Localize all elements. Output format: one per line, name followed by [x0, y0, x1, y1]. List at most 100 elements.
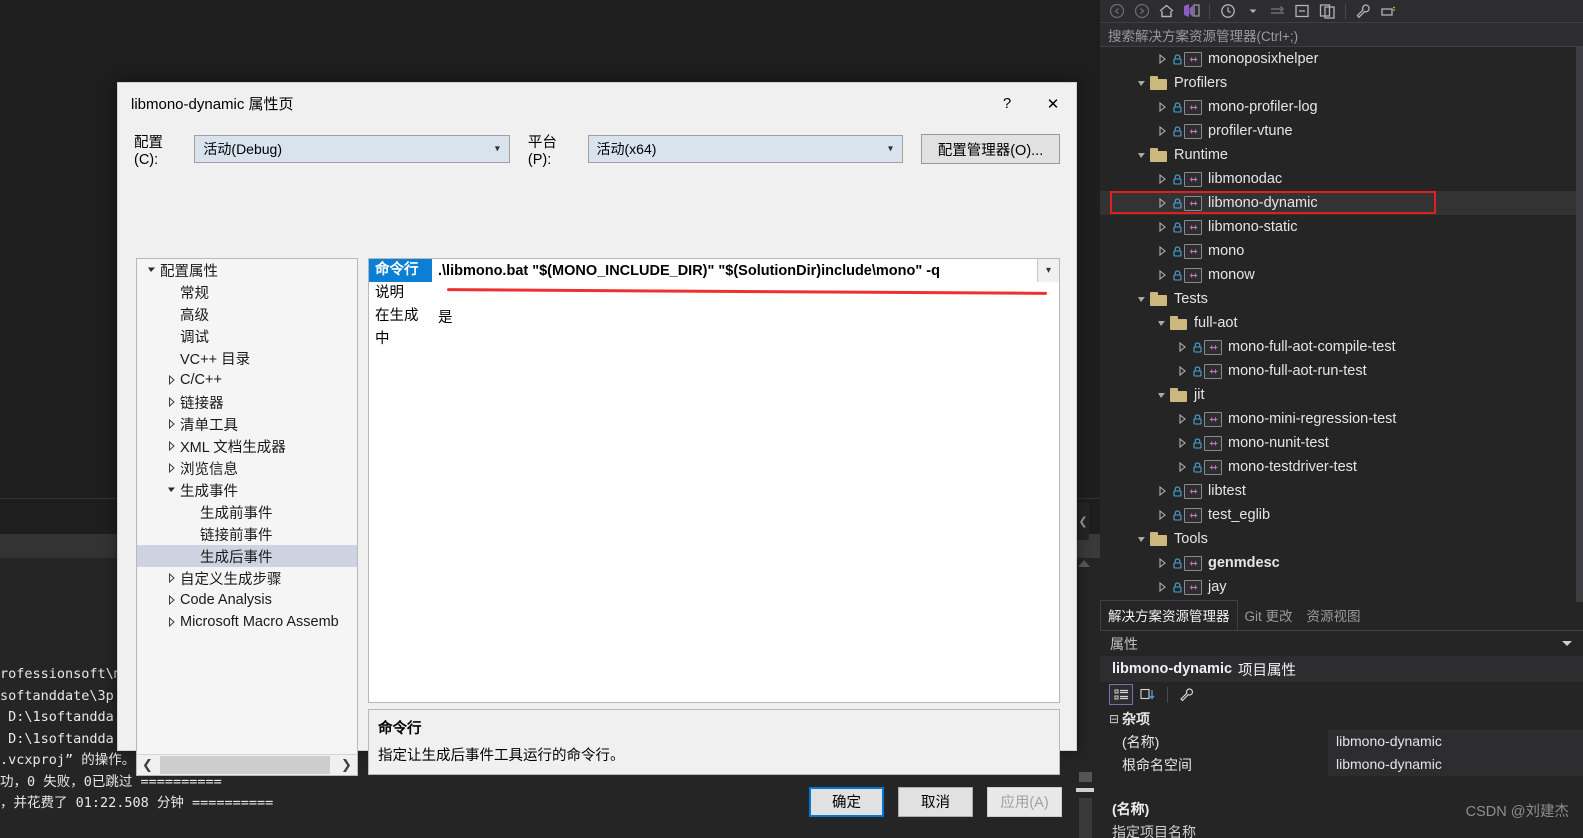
chevron-right-icon[interactable] — [163, 419, 180, 429]
chevron-down-icon[interactable] — [1134, 79, 1150, 88]
dialog-tree-item--[interactable]: 生成前事件 — [137, 501, 357, 523]
dialog-tree-item--[interactable]: 常规 — [137, 281, 357, 303]
pending-changes-icon[interactable] — [1216, 1, 1239, 21]
tree-item-libtest[interactable]: ++ libtest — [1100, 479, 1576, 503]
chevron-right-icon[interactable] — [163, 617, 180, 627]
tree-item-libmonodac[interactable]: ++ libmonodac — [1100, 167, 1576, 191]
dialog-tree-item--[interactable]: 浏览信息 — [137, 457, 357, 479]
chevron-down-icon[interactable] — [1134, 295, 1150, 304]
dialog-grid-row[interactable]: 命令行 .\libmono.bat "$(MONO_INCLUDE_DIR)" "… — [369, 259, 1059, 282]
tree-item-mono-mini-regression-test[interactable]: ++ mono-mini-regression-test — [1100, 407, 1576, 431]
tree-item-mono-nunit-test[interactable]: ++ mono-nunit-test — [1100, 431, 1576, 455]
chevron-right-icon[interactable] — [1154, 582, 1170, 592]
new-window-icon[interactable] — [1316, 1, 1339, 21]
dialog-tree-item--[interactable]: 清单工具 — [137, 413, 357, 435]
properties-grid[interactable]: ⊟ 杂项 (名称) libmono-dynamic 根命名空间 libmono-dynam… — [1100, 707, 1583, 795]
dialog-tree-item--[interactable]: 配置属性 — [137, 259, 357, 281]
dialog-tree-item--[interactable]: 链接器 — [137, 391, 357, 413]
close-icon[interactable]: ✕ — [1030, 83, 1076, 124]
tree-item-profiler-vtune[interactable]: ++ profiler-vtune — [1100, 119, 1576, 143]
chevron-right-icon[interactable] — [1174, 414, 1190, 424]
solution-explorer-scrollbar[interactable] — [1576, 47, 1583, 602]
dialog-tree-pane[interactable]: 配置属性 常规 高级 调试 VC++ 目录 C/C++ 链接器 清单工具 XML 文档生成器 浏览… — [136, 258, 358, 776]
properties-row[interactable]: (名称) libmono-dynamic — [1100, 730, 1583, 753]
tree-item-tools[interactable]: Tools — [1100, 527, 1576, 551]
dialog-tree-item-vc++-[interactable]: VC++ 目录 — [137, 347, 357, 369]
chevron-down-icon[interactable]: ▾ — [1037, 259, 1059, 282]
chevron-down-icon[interactable] — [143, 266, 160, 274]
solution-explorer-search[interactable]: 搜索解决方案资源管理器(Ctrl+;) — [1100, 23, 1583, 47]
chevron-right-icon[interactable] — [1154, 126, 1170, 136]
chevron-down-icon[interactable] — [163, 486, 180, 494]
solution-explorer-toolbar[interactable] — [1100, 0, 1583, 23]
chevron-down-icon[interactable] — [1154, 391, 1170, 400]
hscroll-thumb[interactable] — [160, 756, 330, 774]
tree-item-profilers[interactable]: Profilers — [1100, 71, 1576, 95]
dialog-tree-item-c-c++[interactable]: C/C++ — [137, 369, 357, 391]
chevron-right-icon[interactable] — [1154, 246, 1170, 256]
dialog-grid-row[interactable]: 在生成中是 — [369, 305, 1059, 347]
tree-item-mono-testdriver-test[interactable]: ++ mono-testdriver-test — [1100, 455, 1576, 479]
configuration-manager-button[interactable]: 配置管理器(O)... — [921, 134, 1060, 164]
hscroll-track[interactable] — [158, 755, 336, 775]
chevron-right-icon[interactable] — [1154, 486, 1170, 496]
back-icon[interactable] — [1105, 1, 1128, 21]
panel-collapse-arrow-icon[interactable]: ❮ — [1077, 502, 1089, 540]
chevron-down-icon[interactable] — [1134, 151, 1150, 160]
chevron-right-icon[interactable] — [1154, 222, 1170, 232]
chevron-right-icon[interactable] — [163, 463, 180, 473]
dialog-tree-item-xml-[interactable]: XML 文档生成器 — [137, 435, 357, 457]
vs-sync-icon[interactable] — [1180, 1, 1203, 21]
chevron-down-icon[interactable] — [1241, 1, 1264, 21]
tree-item-genmdesc[interactable]: ++ genmdesc — [1100, 551, 1576, 575]
collapse-box-icon[interactable]: ⊟ — [1106, 712, 1122, 726]
cancel-button[interactable]: 取消 — [898, 786, 973, 817]
property-pages-wrench-icon[interactable] — [1175, 684, 1199, 705]
properties-row[interactable]: 根命名空间 libmono-dynamic — [1100, 753, 1583, 776]
dialog-grid-value[interactable]: 是 — [432, 306, 1059, 327]
tree-item-monoposixhelper[interactable]: ++ monoposixhelper — [1100, 47, 1576, 71]
chevron-right-icon[interactable] — [1174, 342, 1190, 352]
dock-tab-solution-explorer[interactable]: 解决方案资源管理器 — [1100, 600, 1238, 630]
properties-wrench-icon[interactable] — [1352, 1, 1375, 21]
tree-item-jay[interactable]: ++ jay — [1100, 575, 1576, 599]
properties-toolbar[interactable] — [1100, 682, 1583, 707]
properties-row-value[interactable]: libmono-dynamic — [1328, 753, 1583, 776]
tree-item-libmono-static[interactable]: ++ libmono-static — [1100, 215, 1576, 239]
apply-button[interactable]: 应用(A) — [987, 786, 1062, 817]
properties-dropdown-icon[interactable] — [1561, 635, 1573, 653]
scroll-right-icon[interactable]: ❯ — [336, 755, 357, 775]
chevron-right-icon[interactable] — [1154, 558, 1170, 568]
help-button[interactable]: ? — [984, 83, 1030, 124]
ok-button[interactable]: 确定 — [809, 786, 884, 817]
categorized-icon[interactable] — [1109, 684, 1133, 705]
tree-item-test-eglib[interactable]: ++ test_eglib — [1100, 503, 1576, 527]
chevron-right-icon[interactable] — [1174, 366, 1190, 376]
tree-item-jit[interactable]: jit — [1100, 383, 1576, 407]
dialog-grid-value[interactable]: .\libmono.bat "$(MONO_INCLUDE_DIR)" "$(S… — [432, 263, 1059, 279]
chevron-right-icon[interactable] — [1154, 102, 1170, 112]
chevron-right-icon[interactable] — [1154, 270, 1170, 280]
dialog-tree-item-microsoft-macro-assemb[interactable]: Microsoft Macro Assemb — [137, 611, 357, 633]
tree-item-tests[interactable]: Tests — [1100, 287, 1576, 311]
tree-item-mono-full-aot-run-test[interactable]: ++ mono-full-aot-run-test — [1100, 359, 1576, 383]
dialog-tree-item-code-analysis[interactable]: Code Analysis — [137, 589, 357, 611]
dialog-tree-item--[interactable]: 高级 — [137, 303, 357, 325]
tree-item-mono[interactable]: ++ mono — [1100, 239, 1576, 263]
solution-explorer-tree[interactable]: ++ monoposixhelper Profilers ++ mono-profile… — [1100, 47, 1576, 602]
dialog-tree-item--[interactable]: 调试 — [137, 325, 357, 347]
tree-item-mono-full-aot-compile-test[interactable]: ++ mono-full-aot-compile-test — [1100, 335, 1576, 359]
platform-combobox[interactable]: 活动(x64) ▾ — [587, 135, 903, 163]
forward-icon[interactable] — [1130, 1, 1153, 21]
dialog-tree-item--[interactable]: 链接前事件 — [137, 523, 357, 545]
collapse-all-icon[interactable] — [1291, 1, 1314, 21]
dock-tab-资源视图[interactable]: 资源视图 — [1300, 601, 1368, 630]
chevron-right-icon[interactable] — [163, 441, 180, 451]
chevron-right-icon[interactable] — [1174, 438, 1190, 448]
chevron-right-icon[interactable] — [163, 595, 180, 605]
chevron-down-icon[interactable] — [1154, 319, 1170, 328]
tree-item-mono-profiler-log[interactable]: ++ mono-profiler-log — [1100, 95, 1576, 119]
chevron-right-icon[interactable] — [163, 375, 180, 385]
chevron-right-icon[interactable] — [1154, 510, 1170, 520]
chevron-right-icon[interactable] — [1154, 54, 1170, 64]
